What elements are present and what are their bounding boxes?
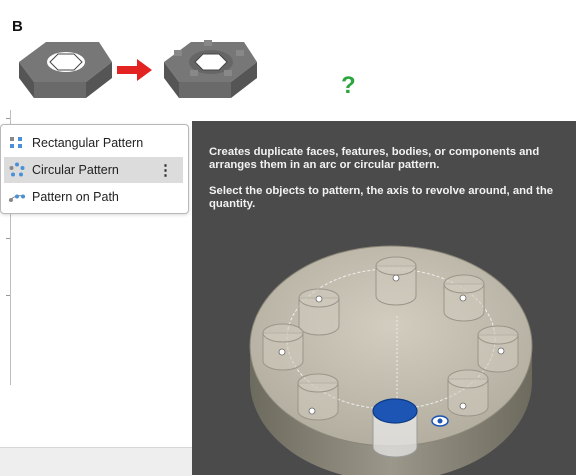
menu-item-label: Circular Pattern (32, 163, 119, 177)
circular-pattern-icon (8, 162, 26, 178)
circular-pattern-preview (249, 245, 533, 475)
selected-boss (372, 398, 418, 458)
status-bar (0, 447, 192, 476)
menu-item-label: Pattern on Path (32, 190, 119, 204)
ruler-tick (6, 118, 10, 119)
ghost-boss (447, 369, 489, 417)
hex-nut-illustration (19, 40, 257, 98)
more-options-icon[interactable]: ⋮ (158, 161, 173, 179)
menu-item-pattern-on-path[interactable]: Pattern on Path (4, 184, 183, 210)
tooltip-panel: Creates duplicate faces, features, bodie… (192, 121, 576, 475)
axis-indicator-icon (431, 415, 449, 427)
pattern-on-path-icon (8, 189, 26, 205)
castellated-hex-nut (164, 40, 257, 98)
menu-item-circular-pattern[interactable]: Circular Pattern ⋮ (4, 157, 183, 183)
ghost-boss (477, 325, 519, 373)
ruler-tick (6, 238, 10, 239)
ghost-boss (262, 323, 304, 371)
pattern-dropdown-menu: Rectangular Pattern Circular Pattern ⋮ P… (0, 124, 189, 214)
menu-item-label: Rectangular Pattern (32, 136, 144, 150)
ghost-boss (297, 373, 339, 421)
plain-hex-nut (19, 42, 112, 98)
question-mark: ? (341, 72, 356, 99)
transform-arrow (117, 59, 152, 81)
menu-item-rectangular-pattern[interactable]: Rectangular Pattern (4, 130, 183, 156)
rectangular-pattern-icon (8, 135, 26, 151)
ruler-tick (6, 295, 10, 296)
